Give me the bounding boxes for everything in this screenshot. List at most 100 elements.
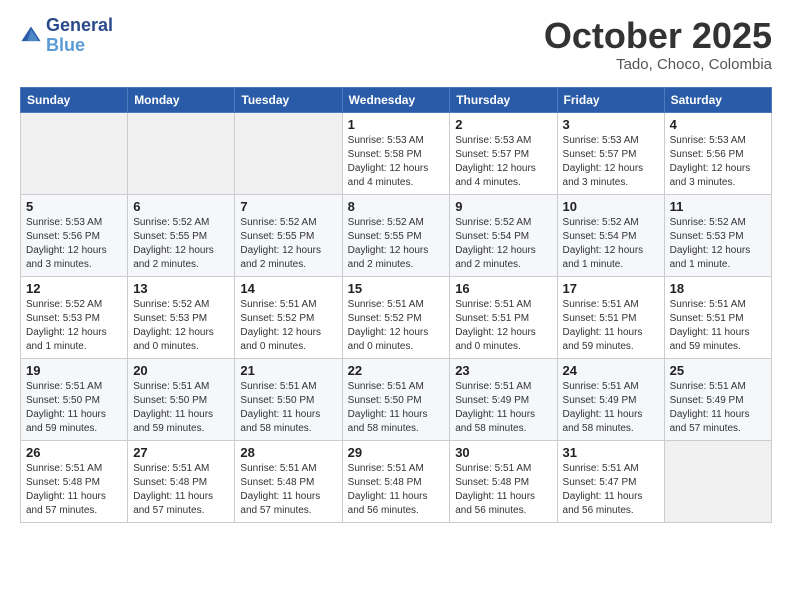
day-info: Sunrise: 5:51 AM Sunset: 5:50 PM Dayligh… xyxy=(133,380,229,436)
day-info: Sunrise: 5:53 AM Sunset: 5:57 PM Dayligh… xyxy=(455,134,551,190)
day-number: 15 xyxy=(348,281,445,296)
day-number: 3 xyxy=(563,117,659,132)
day-number: 30 xyxy=(455,445,551,460)
day-info: Sunrise: 5:53 AM Sunset: 5:57 PM Dayligh… xyxy=(563,134,659,190)
day-number: 16 xyxy=(455,281,551,296)
calendar-cell: 18 Sunrise: 5:51 AM Sunset: 5:51 PM Dayli… xyxy=(664,276,771,358)
calendar-cell: 24Sunrise: 5:51 AM Sunset: 5:49 PM Dayli… xyxy=(557,358,664,440)
calendar-cell: 5 Sunrise: 5:53 AM Sunset: 5:56 PM Daylig… xyxy=(21,194,128,276)
day-info: Sunrise: 5:52 AM Sunset: 5:54 PM Dayligh… xyxy=(455,216,551,272)
calendar-cell: 11 Sunrise: 5:52 AM Sunset: 5:53 PM Dayli… xyxy=(664,194,771,276)
calendar-cell: 16Sunrise: 5:51 AM Sunset: 5:51 PM Dayli… xyxy=(450,276,557,358)
logo-line1: General xyxy=(46,16,113,36)
day-info: Sunrise: 5:52 AM Sunset: 5:53 PM Dayligh… xyxy=(133,298,229,354)
calendar-cell xyxy=(235,112,342,194)
day-number: 20 xyxy=(133,363,229,378)
calendar-cell: 26 Sunrise: 5:51 AM Sunset: 5:48 PM Dayli… xyxy=(21,440,128,522)
day-info: Sunrise: 5:51 AM Sunset: 5:51 PM Dayligh… xyxy=(563,298,659,354)
calendar-cell: 25 Sunrise: 5:51 AM Sunset: 5:49 PM Dayli… xyxy=(664,358,771,440)
calendar-cell: 14 Sunrise: 5:51 AM Sunset: 5:52 PM Dayli… xyxy=(235,276,342,358)
calendar-cell: 17Sunrise: 5:51 AM Sunset: 5:51 PM Dayli… xyxy=(557,276,664,358)
day-number: 29 xyxy=(348,445,445,460)
day-info: Sunrise: 5:51 AM Sunset: 5:50 PM Dayligh… xyxy=(348,380,445,436)
calendar-cell: 30 Sunrise: 5:51 AM Sunset: 5:48 PM Dayli… xyxy=(450,440,557,522)
day-info: Sunrise: 5:51 AM Sunset: 5:48 PM Dayligh… xyxy=(348,462,445,518)
calendar-cell: 20 Sunrise: 5:51 AM Sunset: 5:50 PM Dayli… xyxy=(128,358,235,440)
location: Tado, Choco, Colombia xyxy=(544,56,772,73)
day-info: Sunrise: 5:51 AM Sunset: 5:48 PM Dayligh… xyxy=(455,462,551,518)
day-info: Sunrise: 5:51 AM Sunset: 5:49 PM Dayligh… xyxy=(455,380,551,436)
calendar-grid: SundayMondayTuesdayWednesdayThursdayFrid… xyxy=(20,87,772,523)
calendar-cell: 12Sunrise: 5:52 AM Sunset: 5:53 PM Dayli… xyxy=(21,276,128,358)
day-number: 2 xyxy=(455,117,551,132)
day-number: 13 xyxy=(133,281,229,296)
month-title: October 2025 xyxy=(544,16,772,56)
calendar-cell: 9Sunrise: 5:52 AM Sunset: 5:54 PM Daylig… xyxy=(450,194,557,276)
day-info: Sunrise: 5:51 AM Sunset: 5:48 PM Dayligh… xyxy=(26,462,122,518)
day-number: 24 xyxy=(563,363,659,378)
day-number: 6 xyxy=(133,199,229,214)
day-info: Sunrise: 5:52 AM Sunset: 5:54 PM Dayligh… xyxy=(563,216,659,272)
weekday-header-tuesday: Tuesday xyxy=(235,87,342,112)
day-info: Sunrise: 5:53 AM Sunset: 5:56 PM Dayligh… xyxy=(670,134,766,190)
calendar-week-2: 12 Sunrise: 5:52 AM Sunset: 5:53 PM Dayli… xyxy=(21,276,772,358)
day-number: 22 xyxy=(348,363,445,378)
calendar-week-3: 19 Sunrise: 5:51 AM Sunset: 5:50 PM Dayli… xyxy=(21,358,772,440)
day-number: 4 xyxy=(670,117,766,132)
weekday-header-friday: Friday xyxy=(557,87,664,112)
calendar-cell: 15 Sunrise: 5:51 AM Sunset: 5:52 PM Dayli… xyxy=(342,276,450,358)
day-info: Sunrise: 5:51 AM Sunset: 5:50 PM Dayligh… xyxy=(240,380,336,436)
day-number: 25 xyxy=(670,363,766,378)
calendar-cell: 13 Sunrise: 5:52 AM Sunset: 5:53 PM Dayli… xyxy=(128,276,235,358)
calendar-week-4: 26 Sunrise: 5:51 AM Sunset: 5:48 PM Dayli… xyxy=(21,440,772,522)
day-number: 11 xyxy=(670,199,766,214)
day-number: 23 xyxy=(455,363,551,378)
day-info: Sunrise: 5:51 AM Sunset: 5:52 PM Dayligh… xyxy=(240,298,336,354)
day-info: Sunrise: 5:53 AM Sunset: 5:56 PM Dayligh… xyxy=(26,216,122,272)
day-info: Sunrise: 5:51 AM Sunset: 5:52 PM Dayligh… xyxy=(348,298,445,354)
calendar-cell: 31 Sunrise: 5:51 AM Sunset: 5:47 PM Dayli… xyxy=(557,440,664,522)
day-info: Sunrise: 5:52 AM Sunset: 5:55 PM Dayligh… xyxy=(348,216,445,272)
day-number: 19 xyxy=(26,363,122,378)
day-number: 31 xyxy=(563,445,659,460)
day-number: 1 xyxy=(348,117,445,132)
day-number: 26 xyxy=(26,445,122,460)
weekday-header-monday: Monday xyxy=(128,87,235,112)
calendar-cell: 22 Sunrise: 5:51 AM Sunset: 5:50 PM Dayli… xyxy=(342,358,450,440)
calendar-cell: 27Sunrise: 5:51 AM Sunset: 5:48 PM Dayli… xyxy=(128,440,235,522)
day-number: 18 xyxy=(670,281,766,296)
day-info: Sunrise: 5:52 AM Sunset: 5:55 PM Dayligh… xyxy=(240,216,336,272)
day-info: Sunrise: 5:51 AM Sunset: 5:47 PM Dayligh… xyxy=(563,462,659,518)
day-number: 7 xyxy=(240,199,336,214)
logo-line2: Blue xyxy=(46,36,113,56)
calendar-cell: 2 Sunrise: 5:53 AM Sunset: 5:57 PM Daylig… xyxy=(450,112,557,194)
calendar-cell: 28Sunrise: 5:51 AM Sunset: 5:48 PM Dayli… xyxy=(235,440,342,522)
calendar-week-0: 1 Sunrise: 5:53 AM Sunset: 5:58 PM Daylig… xyxy=(21,112,772,194)
day-number: 12 xyxy=(26,281,122,296)
calendar-cell: 21Sunrise: 5:51 AM Sunset: 5:50 PM Dayli… xyxy=(235,358,342,440)
day-info: Sunrise: 5:51 AM Sunset: 5:49 PM Dayligh… xyxy=(670,380,766,436)
logo-icon xyxy=(20,25,42,47)
weekday-header-thursday: Thursday xyxy=(450,87,557,112)
day-info: Sunrise: 5:53 AM Sunset: 5:58 PM Dayligh… xyxy=(348,134,445,190)
day-info: Sunrise: 5:52 AM Sunset: 5:55 PM Dayligh… xyxy=(133,216,229,272)
day-number: 8 xyxy=(348,199,445,214)
day-info: Sunrise: 5:51 AM Sunset: 5:48 PM Dayligh… xyxy=(240,462,336,518)
calendar-cell: 10Sunrise: 5:52 AM Sunset: 5:54 PM Dayli… xyxy=(557,194,664,276)
header: General Blue October 2025 Tado, Choco, C… xyxy=(20,16,772,73)
day-info: Sunrise: 5:51 AM Sunset: 5:50 PM Dayligh… xyxy=(26,380,122,436)
day-number: 5 xyxy=(26,199,122,214)
day-number: 14 xyxy=(240,281,336,296)
day-info: Sunrise: 5:51 AM Sunset: 5:51 PM Dayligh… xyxy=(670,298,766,354)
calendar-cell: 7 Sunrise: 5:52 AM Sunset: 5:55 PM Daylig… xyxy=(235,194,342,276)
calendar-cell xyxy=(21,112,128,194)
day-number: 27 xyxy=(133,445,229,460)
weekday-header-saturday: Saturday xyxy=(664,87,771,112)
logo: General Blue xyxy=(20,16,113,56)
day-info: Sunrise: 5:52 AM Sunset: 5:53 PM Dayligh… xyxy=(670,216,766,272)
weekday-header-sunday: Sunday xyxy=(21,87,128,112)
calendar-cell: 29 Sunrise: 5:51 AM Sunset: 5:48 PM Dayli… xyxy=(342,440,450,522)
title-block: October 2025 Tado, Choco, Colombia xyxy=(544,16,772,73)
calendar-cell xyxy=(128,112,235,194)
calendar-body: 1 Sunrise: 5:53 AM Sunset: 5:58 PM Daylig… xyxy=(21,112,772,522)
